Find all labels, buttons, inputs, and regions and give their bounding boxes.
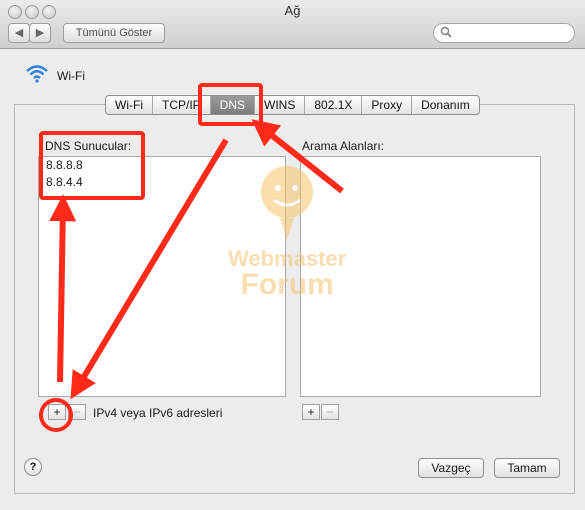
tab-wi-fi[interactable]: Wi-Fi: [106, 96, 153, 114]
dns-tab-highlight: [198, 83, 263, 126]
forward-button[interactable]: ▶: [29, 23, 51, 43]
mascot-logo-icon: [261, 166, 314, 240]
watermark-line1: Webmaster: [228, 246, 347, 271]
settings-tab-bar: Wi-Fi TCP/IP DNS WINS 802.1X Proxy Donanım: [105, 95, 480, 115]
search-domains-label: Arama Alanları:: [302, 139, 385, 153]
add-button-highlight: [39, 398, 73, 432]
tab-proxy[interactable]: Proxy: [362, 96, 413, 114]
ok-button[interactable]: Tamam: [494, 458, 560, 478]
dns-address-hint: IPv4 veya IPv6 adresleri: [93, 406, 223, 420]
watermark-line2: Forum: [240, 268, 334, 301]
show-all-button[interactable]: Tümünü Göster: [63, 23, 165, 43]
remove-search-domain-button[interactable]: −: [321, 404, 339, 420]
add-search-domain-button[interactable]: +: [302, 404, 320, 420]
back-button[interactable]: ◀: [8, 23, 30, 43]
search-icon: [440, 26, 452, 38]
tab-802-1x[interactable]: 802.1X: [305, 96, 363, 114]
window-title: Ağ: [284, 3, 301, 18]
interface-name: Wi-Fi: [57, 69, 85, 83]
title-bar: Ağ ◀ ▶ Tümünü Göster: [0, 0, 585, 49]
watermark: Webmaster Forum: [228, 166, 346, 301]
search-input[interactable]: [433, 23, 575, 43]
tab-donan-m[interactable]: Donanım: [412, 96, 479, 114]
wifi-icon: [26, 65, 48, 83]
cancel-button[interactable]: Vazgeç: [418, 458, 484, 478]
help-button[interactable]: ?: [24, 458, 42, 476]
dns-servers-highlight: [39, 131, 145, 200]
